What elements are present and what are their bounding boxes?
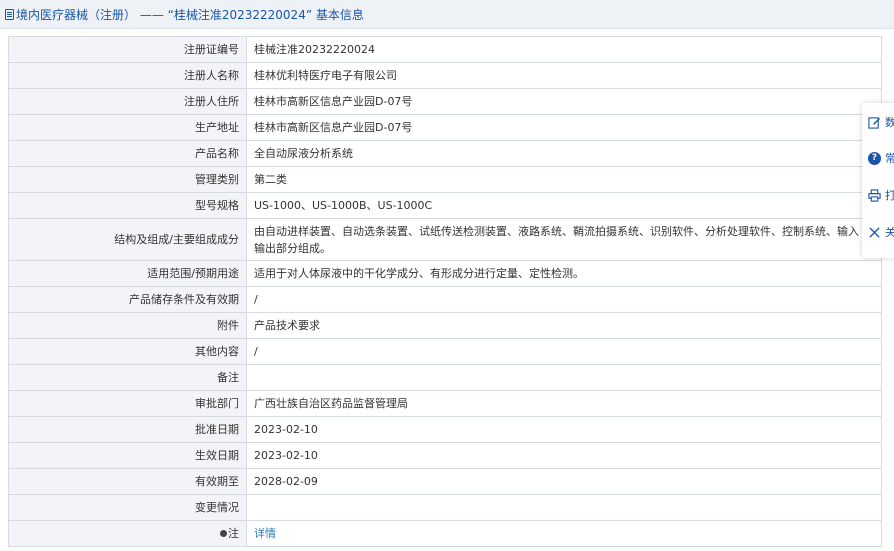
table-row: 管理类别 第二类 (8, 166, 882, 193)
row-value: 产品技术要求 (246, 312, 882, 339)
info-table: 注册证编号 桂械注准20232220024 注册人名称 桂林优利特医疗电子有限公… (8, 36, 882, 547)
table-row: 注 详情 (8, 520, 882, 547)
table-row: 生产地址 桂林市高新区信息产业园D-07号 (8, 114, 882, 141)
row-value (246, 494, 882, 521)
row-label: 变更情况 (8, 494, 247, 521)
table-row: 生效日期 2023-02-10 (8, 442, 882, 469)
page-header: 境内医疗器械（注册） —— “桂械注准20232220024” 基本信息 (0, 0, 894, 29)
table-row: 注册人住所 桂林市高新区信息产业园D-07号 (8, 88, 882, 115)
close-button[interactable]: 关 (868, 222, 894, 242)
row-label: 注 (228, 527, 239, 540)
print-icon (868, 188, 881, 202)
row-value: 全自动尿液分析系统 (246, 140, 882, 167)
help-icon: ? (868, 151, 881, 165)
edit-icon (868, 116, 881, 129)
row-label: 产品名称 (8, 140, 247, 167)
row-label: 批准日期 (8, 416, 247, 443)
table-row: 变更情况 (8, 494, 882, 521)
row-value: 桂林市高新区信息产业园D-07号 (246, 88, 882, 115)
row-label: 生效日期 (8, 442, 247, 469)
table-row: 型号规格 US-1000、US-1000B、US-1000C (8, 192, 882, 219)
row-label: 注册人名称 (8, 62, 247, 89)
table-row: 适用范围/预期用途 适用于对人体尿液中的干化学成分、有形成分进行定量、定性检测。 (8, 260, 882, 287)
edit-label: 数 (885, 116, 894, 129)
close-icon (869, 226, 880, 238)
row-label: 其他内容 (8, 338, 247, 365)
table-row: 注册人名称 桂林优利特医疗电子有限公司 (8, 62, 882, 89)
row-value: 详情 (246, 520, 882, 547)
row-value: 桂械注准20232220024 (246, 36, 882, 63)
table-row: 产品名称 全自动尿液分析系统 (8, 140, 882, 167)
table-row: 其他内容 / (8, 338, 882, 365)
row-value: US-1000、US-1000B、US-1000C (246, 192, 882, 219)
table-row: 结构及组成/主要组成成分 由自动进样装置、自动选条装置、试纸传送检测装置、液路系… (8, 218, 882, 261)
table-row: 产品储存条件及有效期 / (8, 286, 882, 313)
faq-button[interactable]: ? 常 (868, 148, 894, 168)
row-label: 生产地址 (8, 114, 247, 141)
bullet-dot-icon (220, 530, 227, 537)
row-label: 有效期至 (8, 468, 247, 495)
table-row: 有效期至 2028-02-09 (8, 468, 882, 495)
row-label: 附件 (8, 312, 247, 339)
row-value (246, 364, 882, 391)
table-row: 备注 (8, 364, 882, 391)
row-value: 广西壮族自治区药品监督管理局 (246, 390, 882, 417)
row-label: 产品储存条件及有效期 (8, 286, 247, 313)
help-label: 常 (885, 152, 894, 165)
row-value: 2028-02-09 (246, 468, 882, 495)
row-value: 由自动进样装置、自动选条装置、试纸传送检测装置、液路系统、鞘流拍摄系统、识别软件… (246, 218, 882, 261)
document-icon (5, 8, 14, 20)
table-row: 附件 产品技术要求 (8, 312, 882, 339)
row-value: / (246, 338, 882, 365)
table-row: 批准日期 2023-02-10 (8, 416, 882, 443)
row-label: 适用范围/预期用途 (8, 260, 247, 287)
page-title: 境内医疗器械（注册） —— “桂械注准20232220024” 基本信息 (16, 7, 364, 22)
print-button[interactable]: 打 (868, 185, 894, 205)
note-label-cell: 注 (8, 520, 247, 547)
print-label: 打 (885, 189, 894, 202)
row-label: 管理类别 (8, 166, 247, 193)
row-label: 结构及组成/主要组成成分 (8, 218, 247, 261)
row-value: 2023-02-10 (246, 416, 882, 443)
close-label: 关 (885, 226, 894, 239)
row-value: 第二类 (246, 166, 882, 193)
row-label: 注册人住所 (8, 88, 247, 115)
data-correction-button[interactable]: 数 (868, 112, 894, 132)
table-row: 审批部门 广西壮族自治区药品监督管理局 (8, 390, 882, 417)
row-value: / (246, 286, 882, 313)
row-label: 审批部门 (8, 390, 247, 417)
row-value: 桂林优利特医疗电子有限公司 (246, 62, 882, 89)
row-value: 适用于对人体尿液中的干化学成分、有形成分进行定量、定性检测。 (246, 260, 882, 287)
row-value: 桂林市高新区信息产业园D-07号 (246, 114, 882, 141)
row-value: 2023-02-10 (246, 442, 882, 469)
table-row: 注册证编号 桂械注准20232220024 (8, 36, 882, 63)
row-label: 型号规格 (8, 192, 247, 219)
floating-toolbar: 数 ? 常 打 关 (862, 103, 894, 258)
row-label: 注册证编号 (8, 36, 247, 63)
details-link[interactable]: 详情 (254, 527, 276, 540)
row-label: 备注 (8, 364, 247, 391)
